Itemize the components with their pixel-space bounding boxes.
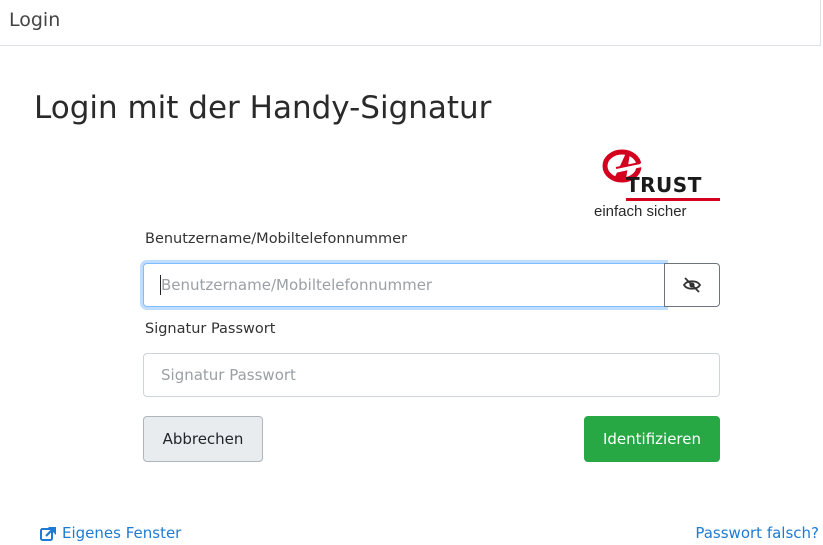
top-bar-title: Login xyxy=(9,9,61,31)
brand-tagline: einfach sicher xyxy=(594,203,687,220)
top-bar: Login xyxy=(0,0,821,46)
username-label: Benutzername/Mobiltelefonnummer xyxy=(145,231,408,247)
text-caret xyxy=(160,275,161,295)
own-window-label: Eigenes Fenster xyxy=(62,524,182,542)
a-trust-logo: TRUST einfach sicher xyxy=(594,148,720,228)
eye-slash-icon xyxy=(682,277,702,293)
password-input[interactable] xyxy=(143,353,720,397)
external-link-icon xyxy=(40,526,56,541)
forgot-password-link[interactable]: Passwort falsch? xyxy=(695,524,819,542)
username-input[interactable] xyxy=(143,263,665,307)
page-title: Login mit der Handy-Signatur xyxy=(34,90,492,126)
brand-name: TRUST xyxy=(626,173,702,197)
password-label: Signatur Passwort xyxy=(145,321,276,337)
cancel-button[interactable]: Abbrechen xyxy=(143,416,263,462)
identify-button[interactable]: Identifizieren xyxy=(584,416,720,462)
toggle-visibility-button[interactable] xyxy=(664,263,720,307)
brand-rule xyxy=(626,198,720,201)
own-window-link[interactable]: Eigenes Fenster xyxy=(40,524,181,542)
